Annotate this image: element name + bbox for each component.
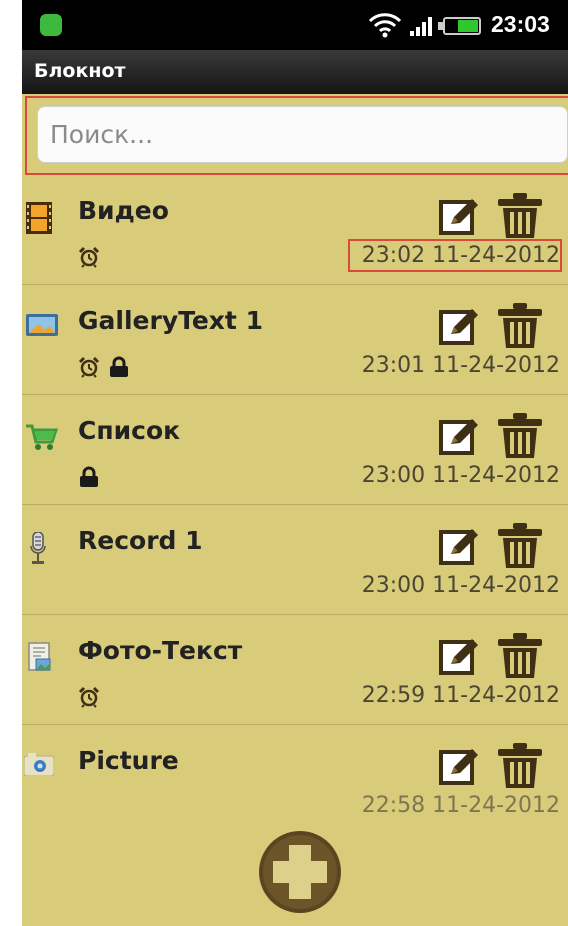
video-film-icon — [26, 202, 52, 234]
note-date: 22:58 11-24-2012 — [361, 793, 560, 818]
signal-icon — [410, 17, 432, 36]
edit-button[interactable] — [438, 414, 482, 458]
wifi-icon — [368, 13, 402, 38]
status-clock: 23:03 — [491, 11, 550, 37]
search-input[interactable] — [37, 106, 568, 163]
alarm-clock-icon — [78, 246, 100, 268]
note-row[interactable]: Список 23:00 11-24-2012 — [22, 396, 568, 505]
camera-icon — [24, 753, 54, 776]
app-title: Блокнот — [34, 60, 126, 82]
note-row[interactable]: Picture 22:58 11-24-2012 — [22, 726, 568, 835]
lock-icon — [78, 466, 100, 488]
note-row[interactable]: Фото-Текст 22:59 11-24-2012 — [22, 616, 568, 725]
microphone-icon — [30, 532, 46, 564]
note-title: GalleryText 1 — [78, 306, 263, 335]
edit-button[interactable] — [438, 744, 482, 788]
battery-level — [457, 20, 478, 32]
alarm-clock-icon — [78, 356, 100, 378]
edit-button[interactable] — [438, 524, 482, 568]
note-title: Picture — [78, 746, 179, 775]
delete-button[interactable] — [495, 412, 545, 460]
note-title: Видео — [78, 196, 169, 225]
title-bar: Блокнот — [22, 50, 568, 94]
battery-icon — [443, 17, 481, 35]
shopping-cart-icon — [26, 424, 58, 450]
note-title: Фото-Текст — [78, 636, 243, 665]
phone-screen: 23:03 Блокнот Видео 23:02 11-24-2012 Gal — [22, 0, 568, 926]
note-date: 23:00 11-24-2012 — [361, 573, 560, 598]
lock-icon — [108, 356, 130, 378]
note-row[interactable]: GalleryText 1 23:01 11-24-2012 — [22, 286, 568, 395]
edit-button[interactable] — [438, 194, 482, 238]
note-date: 23:01 11-24-2012 — [361, 353, 560, 378]
alarm-clock-icon — [78, 686, 100, 708]
note-date: 23:00 11-24-2012 — [361, 463, 560, 488]
delete-button[interactable] — [495, 742, 545, 790]
note-date: 22:59 11-24-2012 — [361, 683, 560, 708]
delete-button[interactable] — [495, 522, 545, 570]
photo-text-icon — [28, 642, 51, 671]
delete-button[interactable] — [495, 302, 545, 350]
status-bar: 23:03 — [22, 0, 568, 50]
gallery-image-icon — [26, 314, 58, 336]
edit-button[interactable] — [438, 304, 482, 348]
edit-button[interactable] — [438, 634, 482, 678]
app-notification-icon — [40, 14, 62, 36]
note-row[interactable]: Видео 23:02 11-24-2012 — [22, 176, 568, 285]
delete-button[interactable] — [495, 192, 545, 240]
note-title: Список — [78, 416, 181, 445]
note-title: Record 1 — [78, 526, 203, 555]
delete-button[interactable] — [495, 632, 545, 680]
note-date: 23:02 11-24-2012 — [347, 239, 562, 272]
add-note-button[interactable] — [258, 830, 342, 914]
search-highlight-frame — [25, 96, 568, 175]
note-row[interactable]: Record 1 23:00 11-24-2012 — [22, 506, 568, 615]
